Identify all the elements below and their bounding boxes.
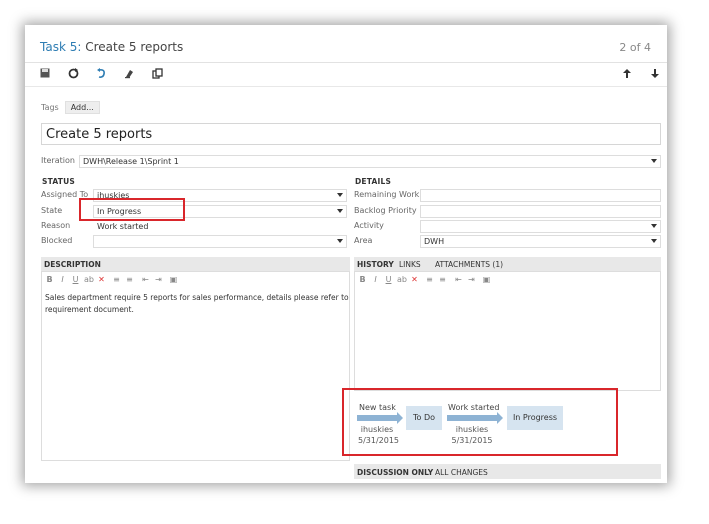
clear-formatting-icon[interactable] — [123, 68, 135, 80]
backlog-priority-field[interactable] — [420, 205, 661, 218]
bold-icon[interactable]: B — [358, 275, 367, 284]
bullet-list-icon[interactable]: ≡ — [425, 275, 434, 284]
iteration-label: Iteration — [41, 156, 75, 165]
tab-links[interactable]: LINKS — [399, 260, 421, 269]
history-tab-bar: HISTORY LINKS ATTACHMENTS (1) — [354, 257, 661, 271]
italic-icon[interactable]: I — [371, 275, 380, 284]
reason-value: Work started — [97, 222, 149, 231]
task-title: Create 5 reports — [85, 40, 184, 54]
toolbar — [25, 63, 667, 87]
reason-field: Work started — [93, 220, 347, 233]
increase-indent-icon[interactable]: ⇥ — [154, 275, 163, 284]
area-label: Area — [354, 236, 373, 245]
copy-icon[interactable] — [151, 68, 163, 80]
backlog-priority-row: Backlog Priority — [354, 205, 661, 218]
discussion-bar: DISCUSSION ONLY ALL CHANGES — [354, 464, 661, 479]
tab-history[interactable]: HISTORY — [357, 260, 394, 269]
description-heading: DESCRIPTION — [44, 260, 101, 269]
bullet-list-icon[interactable]: ≡ — [112, 275, 121, 284]
clear-format-icon[interactable]: ✕ — [97, 275, 106, 284]
increase-indent-icon[interactable]: ⇥ — [467, 275, 476, 284]
bold-icon[interactable]: B — [45, 275, 54, 284]
work-item-title-input[interactable]: Create 5 reports — [41, 123, 661, 145]
blocked-label: Blocked — [41, 236, 73, 245]
pager: 2 of 4 — [619, 41, 651, 54]
tab-attachments[interactable]: ATTACHMENTS (1) — [435, 260, 503, 269]
tags-row: Tags Add... — [41, 100, 100, 114]
tab-all-changes[interactable]: ALL CHANGES — [435, 468, 488, 477]
highlight-icon[interactable]: ab — [397, 275, 407, 284]
history-comment-editor[interactable] — [354, 271, 661, 391]
status-heading: STATUS — [42, 177, 75, 186]
history-format-toolbar: B I U ab ✕ ≡ ≡ ⇤ ⇥ ▣ — [358, 275, 518, 287]
italic-icon[interactable]: I — [58, 275, 67, 284]
iteration-value: DWH\Release 1\Sprint 1 — [83, 157, 179, 166]
undo-icon[interactable] — [95, 68, 107, 80]
save-icon[interactable] — [39, 68, 51, 80]
work-item-window: Task 5: Create 5 reports 2 of 4 Tags Add… — [25, 25, 667, 483]
reason-row: Reason Work started — [41, 220, 347, 233]
description-text: Sales department require 5 reports for s… — [45, 293, 349, 314]
insert-image-icon[interactable]: ▣ — [482, 275, 491, 284]
chevron-down-icon — [651, 159, 657, 163]
task-id: Task 5: — [40, 40, 82, 54]
details-heading: DETAILS — [355, 177, 392, 186]
tags-label: Tags — [41, 102, 59, 112]
state-label: State — [41, 206, 63, 215]
highlight-icon[interactable]: ab — [84, 275, 94, 284]
decrease-indent-icon[interactable]: ⇤ — [454, 275, 463, 284]
iteration-field[interactable]: DWH\Release 1\Sprint 1 — [79, 155, 661, 168]
underline-icon[interactable]: U — [71, 275, 80, 284]
blocked-field[interactable] — [93, 235, 347, 248]
remaining-work-field[interactable] — [420, 189, 661, 202]
remaining-work-label: Remaining Work — [354, 190, 420, 199]
clear-format-icon[interactable]: ✕ — [410, 275, 419, 284]
description-header: DESCRIPTION — [41, 257, 350, 271]
numbered-list-icon[interactable]: ≡ — [438, 275, 447, 284]
remaining-work-row: Remaining Work — [354, 189, 661, 202]
description-format-toolbar: B I U ab ✕ ≡ ≡ ⇤ ⇥ ▣ — [45, 275, 205, 287]
reason-label: Reason — [41, 221, 71, 230]
area-value: DWH — [424, 237, 445, 246]
iteration-row: Iteration DWH\Release 1\Sprint 1 — [41, 155, 661, 168]
insert-image-icon[interactable]: ▣ — [169, 275, 178, 284]
activity-label: Activity — [354, 221, 384, 230]
chevron-down-icon — [337, 209, 343, 213]
area-field[interactable]: DWH — [420, 235, 661, 248]
refresh-icon[interactable] — [67, 68, 79, 80]
tab-discussion-only[interactable]: DISCUSSION ONLY — [357, 468, 433, 477]
chevron-down-icon — [337, 239, 343, 243]
arrow-up-icon[interactable] — [621, 68, 633, 80]
add-tag-button[interactable]: Add... — [64, 100, 100, 114]
activity-field[interactable] — [420, 220, 661, 233]
backlog-priority-label: Backlog Priority — [354, 206, 417, 215]
chevron-down-icon — [337, 193, 343, 197]
chevron-down-icon — [651, 224, 657, 228]
window-title: Task 5: Create 5 reports — [40, 40, 183, 54]
title-bar: Task 5: Create 5 reports 2 of 4 — [25, 25, 667, 63]
activity-row: Activity — [354, 220, 661, 233]
chevron-down-icon — [651, 239, 657, 243]
area-row: Area DWH — [354, 235, 661, 248]
history-highlight — [342, 388, 618, 456]
numbered-list-icon[interactable]: ≡ — [125, 275, 134, 284]
decrease-indent-icon[interactable]: ⇤ — [141, 275, 150, 284]
state-highlight — [79, 198, 185, 221]
underline-icon[interactable]: U — [384, 275, 393, 284]
arrow-down-icon[interactable] — [649, 68, 661, 80]
blocked-row: Blocked — [41, 235, 347, 248]
